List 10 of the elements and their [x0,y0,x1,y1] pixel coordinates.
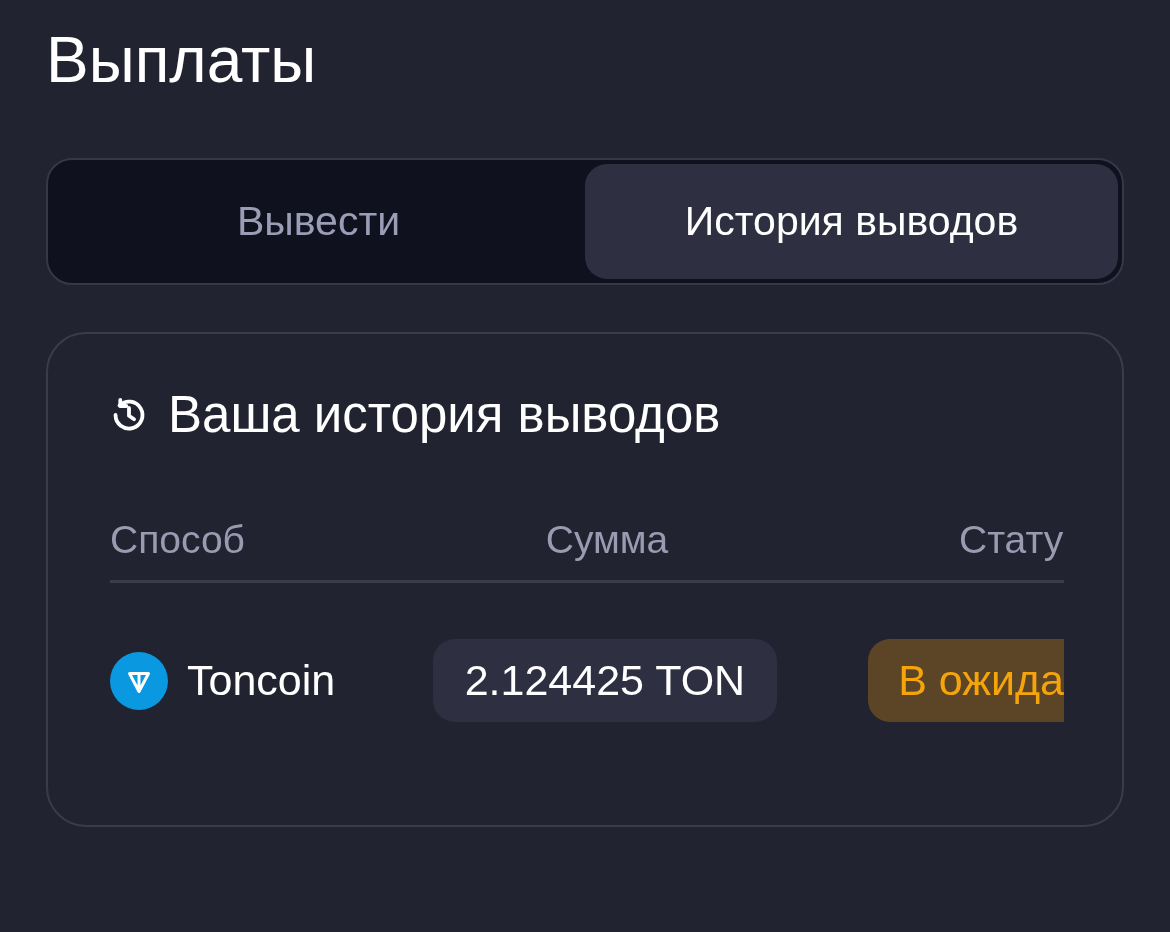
amount-chip: 2.124425 TON [432,639,778,722]
coin-icon [110,651,168,710]
column-header: Стату [959,518,1064,561]
status-badge: В ожида [868,639,1064,722]
tab[interactable]: История выводов [585,164,1118,279]
column-header: Сумма [545,518,669,561]
column-header: Способ [110,518,245,561]
method-name: Toncoin [187,659,336,702]
page-title: Выплаты [46,28,317,92]
tab[interactable]: Вывести [52,164,585,279]
